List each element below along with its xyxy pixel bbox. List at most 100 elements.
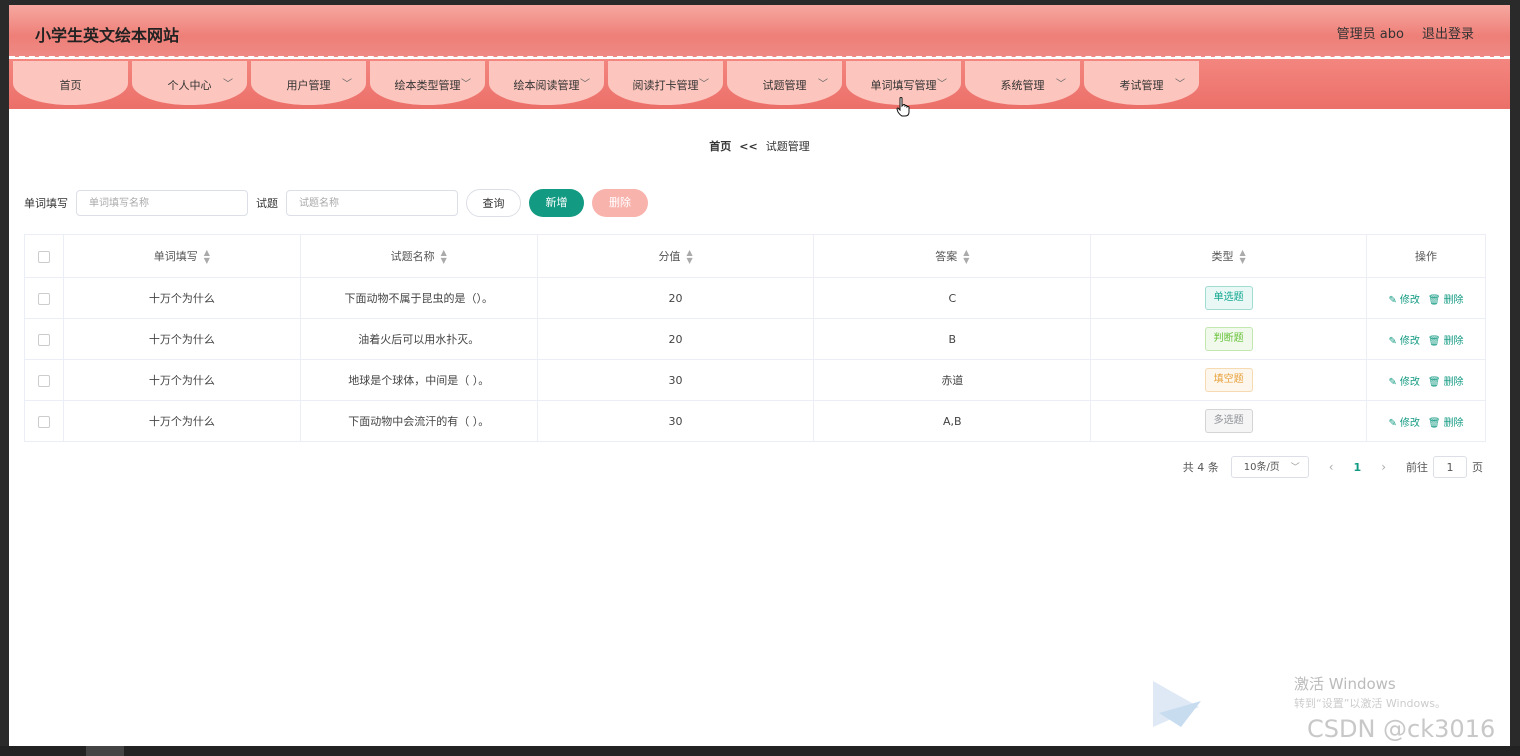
next-page-button[interactable]: › xyxy=(1381,460,1386,474)
edit-button[interactable]: ✎ 修改 xyxy=(1388,377,1419,388)
question-table: 单词填写 ▲ ▼ 试题名称 ▲ ▼ 分值 ▲ ▼ 答案 ▲ ▼ 类型 ▲ ▼ 操作 十万个为什么 下面… xyxy=(24,234,1486,442)
trash-icon: 🗑 xyxy=(1427,417,1441,429)
watermark-logo-icon xyxy=(1153,681,1201,727)
nav-item-system[interactable]: 系统管理 ﹀ xyxy=(965,61,1080,105)
column-header-score[interactable]: 分值 ▲ ▼ xyxy=(536,234,815,278)
goto-page-input[interactable]: 1 xyxy=(1433,456,1467,478)
column-title: 操作 xyxy=(1415,250,1438,263)
sort-icon[interactable]: ▲ ▼ xyxy=(204,248,210,265)
cell-question: 下面动物中会流汗的有（ ）。 xyxy=(299,400,538,442)
cell-answer: B xyxy=(813,318,1092,360)
word-fill-label: 单词填写 xyxy=(24,197,68,210)
delete-button[interactable]: 🗑 删除 xyxy=(1428,377,1464,388)
activate-windows-title: 激活 Windows xyxy=(1294,675,1396,693)
goto-suffix: 页 xyxy=(1472,461,1483,474)
column-title: 答案 xyxy=(935,249,958,263)
row-select-cell xyxy=(24,318,64,360)
chevron-down-icon: ﹀ xyxy=(223,79,233,90)
cell-type: 填空题 xyxy=(1090,359,1368,401)
cell-question: 下面动物不属于昆虫的是（）。 xyxy=(299,277,538,319)
column-header-question[interactable]: 试题名称 ▲ ▼ xyxy=(299,234,538,278)
column-header-answer[interactable]: 答案 ▲ ▼ xyxy=(813,234,1092,278)
nav-item-home[interactable]: 首页 xyxy=(13,61,128,105)
sort-icon[interactable]: ▲ ▼ xyxy=(686,248,692,265)
column-title: 试题名称 xyxy=(390,249,435,263)
table-row: 十万个为什么 地球是个球体，中间是（ ）。 30 赤道 填空题 ✎ 修改 🗑 删除 xyxy=(24,359,1486,401)
cell-answer: 赤道 xyxy=(813,359,1092,401)
type-tag: 填空题 xyxy=(1204,368,1253,392)
nav-item-book-types[interactable]: 绘本类型管理 ﹀ xyxy=(370,61,485,105)
word-fill-input[interactable]: 单词填写名称 xyxy=(76,190,248,216)
chevron-down-icon: ﹀ xyxy=(342,79,352,90)
chevron-down-icon: ﹀ xyxy=(1056,79,1066,90)
pagination: 共 4 条 10条/页 ﹀ ‹ 1 › 前往 1 页 xyxy=(1183,455,1483,479)
prev-page-button[interactable]: ‹ xyxy=(1329,460,1334,474)
cell-score: 30 xyxy=(536,359,815,401)
edit-icon: ✎ xyxy=(1388,294,1397,306)
nav-item-personal[interactable]: 个人中心 ﹀ xyxy=(132,61,247,105)
chevron-down-icon: ﹀ xyxy=(937,79,947,90)
taskbar xyxy=(0,746,1520,756)
select-all-cell xyxy=(24,234,64,278)
query-button[interactable]: 查询 xyxy=(466,189,521,217)
question-input[interactable]: 试题名称 xyxy=(286,190,458,216)
breadcrumb-separator: << xyxy=(739,140,758,153)
edit-button[interactable]: ✎ 修改 xyxy=(1388,418,1419,429)
edit-label: 修改 xyxy=(1399,376,1420,388)
cell-answer: A,B xyxy=(813,400,1092,442)
page-size-select[interactable]: 10条/页 ﹀ xyxy=(1230,456,1309,478)
cell-actions: ✎ 修改 🗑 删除 xyxy=(1366,277,1486,319)
cell-actions: ✎ 修改 🗑 删除 xyxy=(1366,318,1486,360)
cell-question: 地球是个球体，中间是（ ）。 xyxy=(299,359,538,401)
site-title: 小学生英文绘本网站 xyxy=(35,26,180,45)
cell-score: 20 xyxy=(536,277,815,319)
cell-actions: ✎ 修改 🗑 删除 xyxy=(1366,359,1486,401)
logout-link[interactable]: 退出登录 xyxy=(1422,23,1474,42)
nav-item-reading-checkin[interactable]: 阅读打卡管理 ﹀ xyxy=(608,61,723,105)
cell-answer: C xyxy=(813,277,1092,319)
edit-label: 修改 xyxy=(1399,335,1420,347)
row-select-cell xyxy=(24,277,64,319)
row-checkbox[interactable] xyxy=(37,415,50,428)
batch-delete-button[interactable]: 删除 xyxy=(592,189,648,217)
sort-icon[interactable]: ▲ ▼ xyxy=(441,248,447,265)
nav-item-exams[interactable]: 考试管理 ﹀ xyxy=(1084,61,1199,105)
table-row: 十万个为什么 下面动物中会流汗的有（ ）。 30 A,B 多选题 ✎ 修改 🗑 删除 xyxy=(24,400,1486,442)
current-user[interactable]: 管理员 abo xyxy=(1337,23,1404,42)
table-row: 十万个为什么 下面动物不属于昆虫的是（）。 20 C 单选题 ✎ 修改 🗑 删除 xyxy=(24,277,1486,319)
delete-label: 删除 xyxy=(1443,417,1464,429)
sort-icon[interactable]: ▲ ▼ xyxy=(1240,248,1246,265)
chevron-down-icon: ﹀ xyxy=(580,79,590,90)
nav-item-questions[interactable]: 试题管理 ﹀ xyxy=(727,61,842,105)
table-row: 十万个为什么 油着火后可以用水扑灭。 20 B 判断题 ✎ 修改 🗑 删除 xyxy=(24,318,1486,360)
row-checkbox[interactable] xyxy=(37,374,50,387)
row-checkbox[interactable] xyxy=(37,292,50,305)
column-title: 类型 xyxy=(1211,249,1234,263)
breadcrumb-home[interactable]: 首页 xyxy=(709,140,731,153)
trash-icon: 🗑 xyxy=(1427,376,1441,388)
cell-word: 十万个为什么 xyxy=(62,400,301,442)
page-number-current[interactable]: 1 xyxy=(1354,461,1362,474)
chevron-down-icon: ﹀ xyxy=(699,79,709,90)
sort-icon[interactable]: ▲ ▼ xyxy=(963,248,969,265)
delete-button[interactable]: 🗑 删除 xyxy=(1428,336,1464,347)
cell-type: 判断题 xyxy=(1090,318,1368,360)
column-header-word[interactable]: 单词填写 ▲ ▼ xyxy=(62,234,301,278)
edit-button[interactable]: ✎ 修改 xyxy=(1388,336,1419,347)
cell-question: 油着火后可以用水扑灭。 xyxy=(299,318,538,360)
delete-button[interactable]: 🗑 删除 xyxy=(1428,418,1464,429)
type-tag: 多选题 xyxy=(1204,409,1253,433)
delete-button[interactable]: 🗑 删除 xyxy=(1428,295,1464,306)
row-checkbox[interactable] xyxy=(37,333,50,346)
add-button[interactable]: 新增 xyxy=(529,189,584,217)
taskbar-app-button[interactable] xyxy=(86,746,124,756)
chevron-down-icon: ﹀ xyxy=(1175,79,1185,90)
edit-button[interactable]: ✎ 修改 xyxy=(1388,295,1419,306)
nav-item-book-reading[interactable]: 绘本阅读管理 ﹀ xyxy=(489,61,604,105)
column-title: 分值 xyxy=(658,249,681,263)
column-header-type[interactable]: 类型 ▲ ▼ xyxy=(1090,234,1368,278)
delete-label: 删除 xyxy=(1443,294,1464,306)
nav-item-users[interactable]: 用户管理 ﹀ xyxy=(251,61,366,105)
select-all-checkbox[interactable] xyxy=(37,250,50,263)
header-divider xyxy=(9,56,1510,58)
